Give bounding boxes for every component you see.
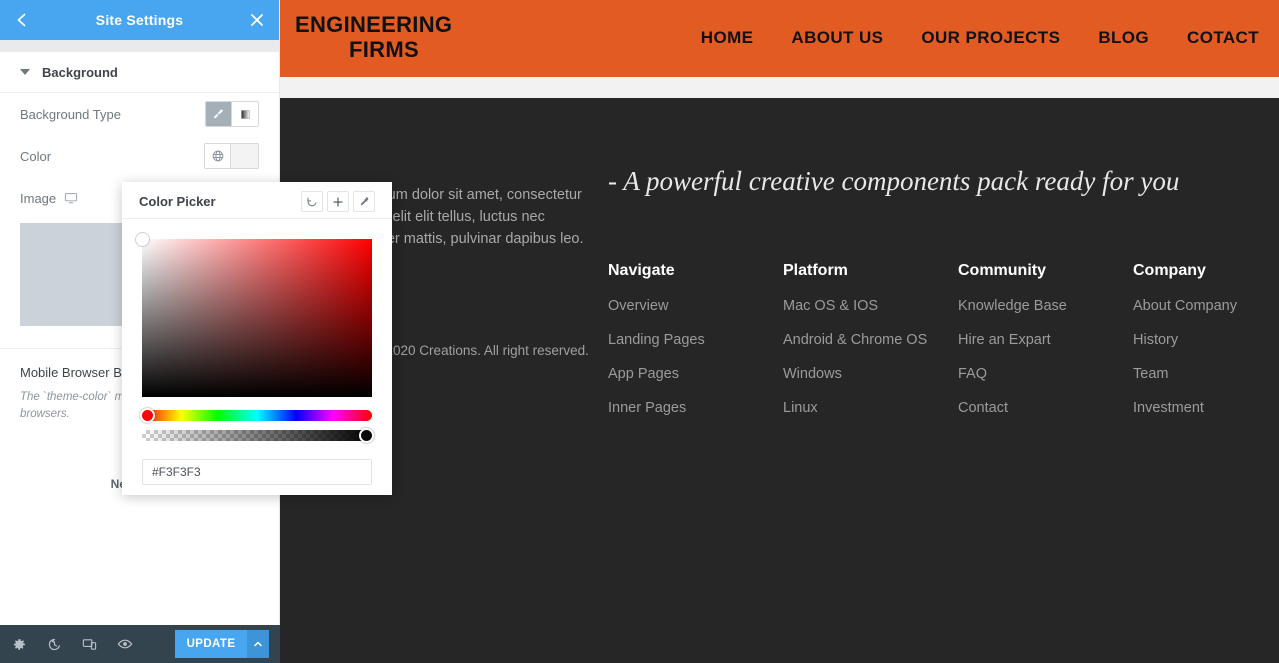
footer-column-title: Navigate (608, 262, 783, 280)
color-picker-title: Color Picker (139, 194, 216, 209)
footer-column-title: Community (958, 262, 1133, 280)
panel-spacer (0, 40, 279, 52)
footer-column-title: Company (1133, 262, 1279, 280)
site-header: ENGINEERING FIRMS HOME ABOUT US OUR PROJ… (280, 0, 1279, 77)
footer-link[interactable]: Landing Pages (608, 332, 783, 348)
color-picker-actions (301, 191, 375, 212)
alpha-slider-handle[interactable] (359, 428, 374, 443)
footer-column-company: Company About Company History Team Inves… (1133, 262, 1279, 434)
chevron-left-icon[interactable] (14, 12, 30, 28)
footer-column-navigate: Navigate Overview Landing Pages App Page… (608, 262, 783, 434)
control-background-type: Background Type (0, 93, 279, 135)
saturation-handle[interactable] (136, 233, 149, 246)
hero-tagline: - A powerful creative components pack re… (608, 166, 1179, 197)
nav-item-our-projects[interactable]: OUR PROJECTS (921, 28, 1060, 48)
eyedropper-icon[interactable] (353, 191, 375, 212)
site-nav: HOME ABOUT US OUR PROJECTS BLOG COTACT (701, 28, 1259, 48)
hue-slider[interactable] (142, 410, 372, 421)
control-color: Color (0, 135, 279, 177)
footer-link[interactable]: Inner Pages (608, 400, 783, 416)
logo-line-1: ENGINEERING (295, 12, 495, 37)
caret-up-icon[interactable] (247, 630, 269, 658)
responsive-mode-icon[interactable] (82, 637, 97, 652)
control-label: Image (20, 191, 78, 206)
footer-column-platform: Platform Mac OS & IOS Android & Chrome O… (783, 262, 958, 434)
color-swatch-button[interactable] (231, 144, 258, 168)
footer-link[interactable]: Knowledge Base (958, 298, 1133, 314)
nav-item-contact[interactable]: COTACT (1187, 28, 1259, 48)
saturation-value-area[interactable] (142, 239, 372, 397)
footer-link[interactable]: Mac OS & IOS (783, 298, 958, 314)
footer-link-columns: Navigate Overview Landing Pages App Page… (608, 262, 1279, 434)
caret-down-icon (20, 69, 30, 75)
plus-icon[interactable] (327, 191, 349, 212)
panel-header: Site Settings (0, 0, 279, 40)
image-label-text: Image (20, 191, 56, 206)
footer-link[interactable]: FAQ (958, 366, 1133, 382)
eye-icon[interactable] (117, 636, 133, 652)
footer-link[interactable]: Windows (783, 366, 958, 382)
footer-link[interactable]: Linux (783, 400, 958, 416)
footer-link[interactable]: Investment (1133, 400, 1279, 416)
monitor-icon[interactable] (64, 191, 78, 205)
site-footer-section: - A powerful creative components pack re… (280, 98, 1279, 663)
background-type-classic-button[interactable] (206, 102, 232, 126)
footer-link[interactable]: Hire an Expart (958, 332, 1133, 348)
footer-column-title: Platform (783, 262, 958, 280)
control-label: Background Type (20, 107, 121, 122)
update-button[interactable]: UPDATE (175, 630, 247, 658)
footer-link[interactable]: App Pages (608, 366, 783, 382)
nav-item-about-us[interactable]: ABOUT US (791, 28, 883, 48)
footer-link[interactable]: History (1133, 332, 1279, 348)
panel-bottom-toolbar: UPDATE (0, 625, 280, 663)
footer-link[interactable]: About Company (1133, 298, 1279, 314)
color-picker-header: Color Picker (122, 185, 392, 219)
color-control-group (204, 143, 259, 169)
footer-link[interactable]: Contact (958, 400, 1133, 416)
color-picker-popup: Color Picker (122, 182, 392, 495)
section-title: Background (42, 65, 118, 80)
close-icon[interactable] (249, 12, 265, 28)
footer-column-community: Community Knowledge Base Hire an Expart … (958, 262, 1133, 434)
background-type-gradient-button[interactable] (232, 102, 258, 126)
nav-item-blog[interactable]: BLOG (1098, 28, 1149, 48)
control-label: Color (20, 149, 51, 164)
alpha-slider[interactable] (142, 430, 372, 441)
footer-link[interactable]: Team (1133, 366, 1279, 382)
site-logo[interactable]: ENGINEERING FIRMS (295, 12, 495, 62)
logo-line-2: FIRMS (295, 37, 495, 62)
footer-link[interactable]: Android & Chrome OS (783, 332, 958, 348)
hex-color-input[interactable] (142, 459, 372, 485)
history-icon[interactable] (47, 637, 62, 652)
app-root: ENGINEERING FIRMS HOME ABOUT US OUR PROJ… (0, 0, 1279, 663)
nav-item-home[interactable]: HOME (701, 28, 754, 48)
footer-link[interactable]: Overview (608, 298, 783, 314)
site-preview-canvas: ENGINEERING FIRMS HOME ABOUT US OUR PROJ… (280, 0, 1279, 663)
section-header-background[interactable]: Background (0, 52, 279, 93)
gear-icon[interactable] (12, 637, 27, 652)
hue-slider-handle[interactable] (140, 408, 155, 423)
reset-icon[interactable] (301, 191, 323, 212)
background-type-toggle-group (205, 101, 259, 127)
section-divider-band (280, 77, 1279, 98)
panel-title: Site Settings (96, 12, 183, 28)
globe-icon[interactable] (205, 144, 231, 168)
